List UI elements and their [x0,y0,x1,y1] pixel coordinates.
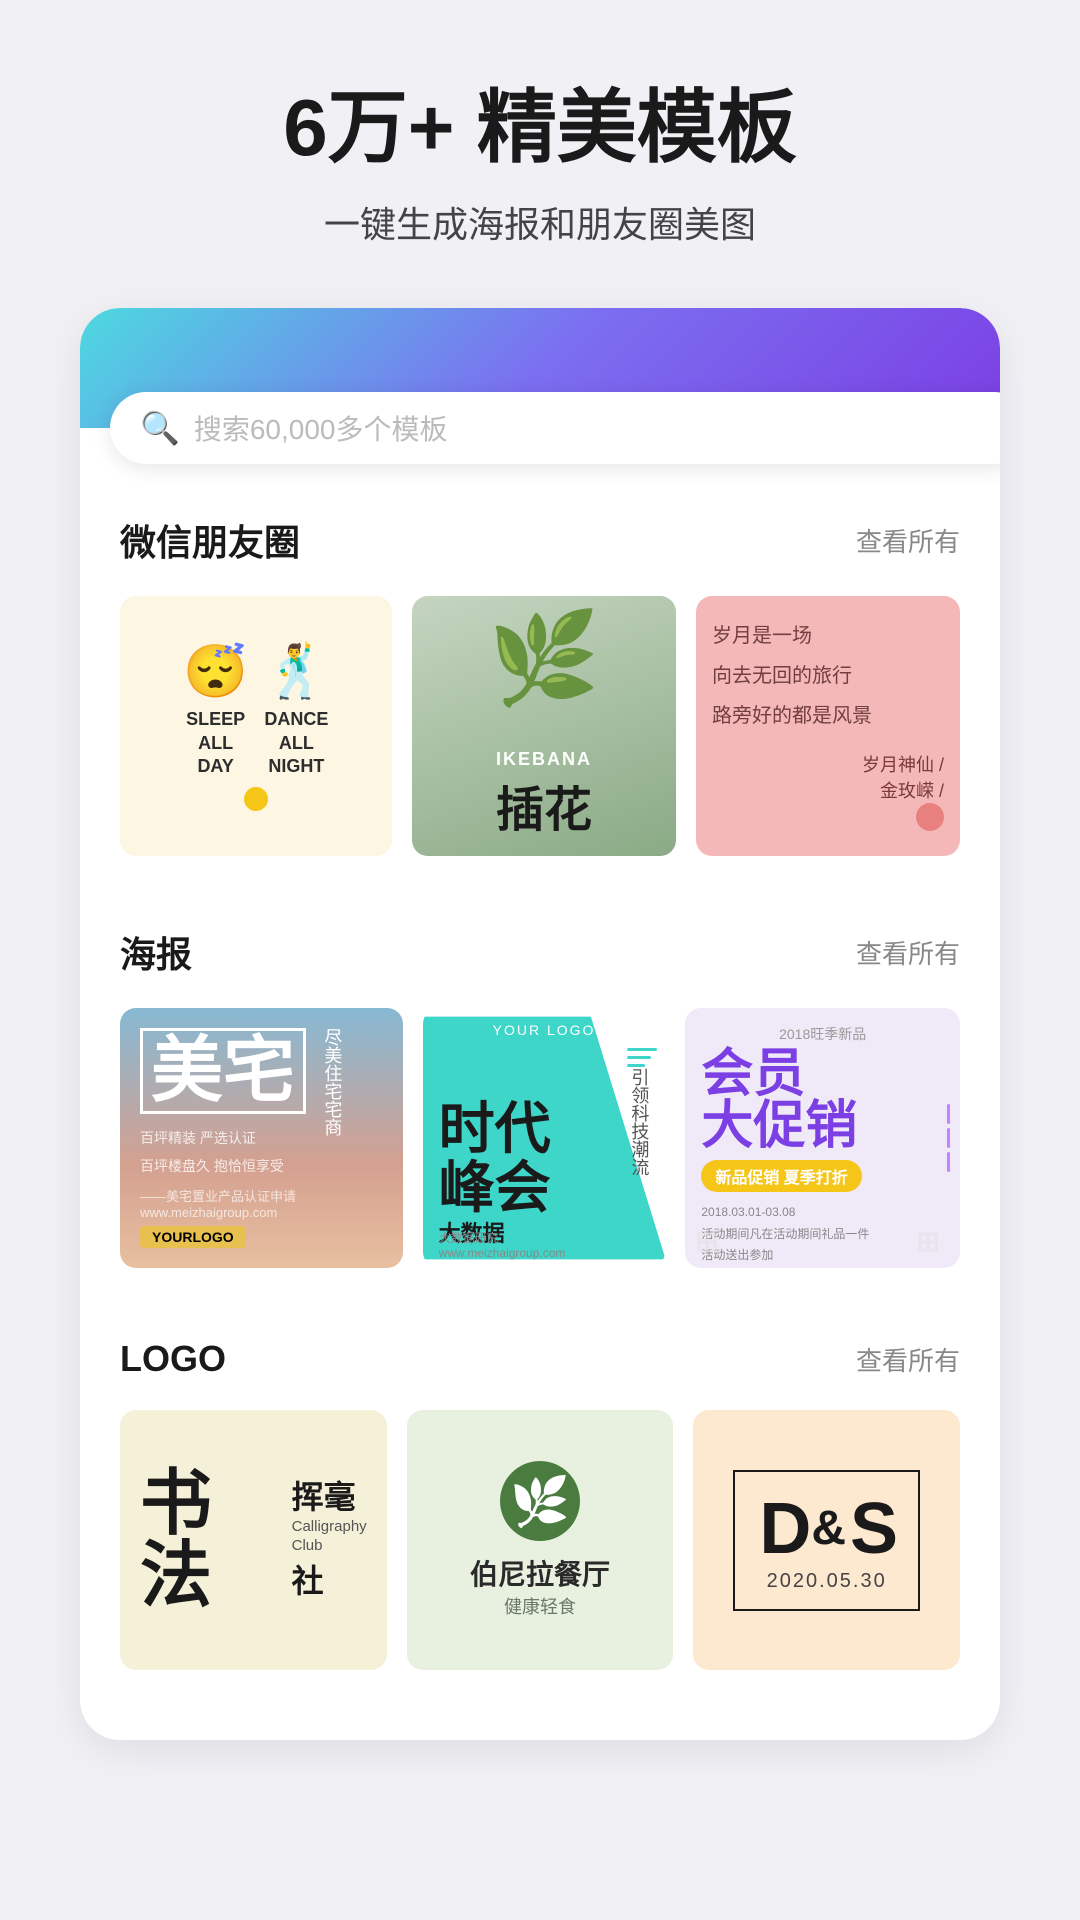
wechat-section-header: 微信朋友圈 查看所有 [120,514,960,566]
meizhai-date: ——美宅置业产品认证申请 www.meizhaigroup.com [140,1186,383,1220]
hero-title: 6万+ 精美模板 [283,80,796,176]
poem-lines: 岁月是一场 向去无回的旅行 路旁好的都是风景 [712,616,944,736]
hero-subtitle: 一键生成海报和朋友圈美图 [324,196,756,248]
poster-section: 海报 查看所有 美宅 尽美住宅宅商 [80,876,1000,1288]
member-main-title: 会员大促销 [701,1048,944,1152]
ds-date: 2020.05.30 [767,1570,887,1593]
member-corner-h-right: ⊞ [917,1225,940,1258]
meizhai-body-text: 百坪精装 严选认证 百坪楼盘久 抱恰恒享受 [140,1124,383,1180]
ds-logo-inner: D & S 2020.05.30 [733,1470,920,1611]
meizhai-title: 美宅 [151,1031,295,1111]
sleep-col: 😴 SLEEPALLDAY [183,641,248,778]
member-promo-badge: 新品促销 夏季打折 [701,1160,861,1192]
dance-text: DANCEALLNIGHT [264,708,329,778]
wechat-template-sleep-dance[interactable]: 😴 SLEEPALLDAY 🕺 DANCEALLNIGHT [120,596,392,856]
logo-template-restaurant[interactable]: 🌿 伯尼拉餐厅 健康轻食 [407,1410,674,1670]
bigdata-details: 大数据研究www.meizhaigroup.com [439,1229,650,1260]
ikebana-label: IKEBANA 插花 [428,749,660,840]
calligraphy-side-col: 挥毫 CalligraphyClub 社 [292,1478,367,1601]
wechat-template-poem[interactable]: 岁月是一场 向去无回的旅行 路旁好的都是风景 岁月神仙 / 金玫嵘 / [696,596,960,856]
sleep-dance-container: 😴 SLEEPALLDAY 🕺 DANCEALLNIGHT [183,641,329,778]
logo-view-all[interactable]: 查看所有 [856,1341,960,1378]
ds-letters-row: D & S [759,1488,894,1570]
meizhai-subtitle-col: 尽美住宅宅商 [316,1028,348,1136]
member-year-tag: 2018旺季新品 [701,1024,944,1044]
poster-card-1-inner: 美宅 尽美住宅宅商 [140,1028,383,1136]
wechat-section-title: 微信朋友圈 [120,514,300,566]
calligraphy-main-char: 书法 [140,1468,284,1612]
logo-section: LOGO 查看所有 书法 挥毫 CalligraphyClub 社 [80,1288,1000,1690]
poem-line-2: 向去无回的旅行 [712,656,944,696]
poem-author-line1: 岁月神仙 / [712,751,944,777]
dance-col: 🕺 DANCEALLNIGHT [264,641,329,778]
calligraphy-side-chars: 挥毫 [292,1478,367,1516]
restaurant-logo-leaf: 🌿 [500,1461,580,1541]
main-card: 🔍 搜索60,000多个模板 微信朋友圈 查看所有 😴 SLEEPALLDAY [80,308,1000,1740]
sleep-emoji: 😴 [183,641,248,702]
ikebana-en-text: IKEBANA [428,749,660,770]
ikebana-plant-icon: 🌿 [488,606,600,711]
logo-template-grid: 书法 挥毫 CalligraphyClub 社 🌿 伯尼拉餐厅 健康轻食 [120,1410,960,1670]
logo-template-ds[interactable]: D & S 2020.05.30 [693,1410,960,1670]
search-placeholder: 搜索60,000多个模板 [194,408,448,448]
wechat-section: 微信朋友圈 查看所有 😴 SLEEPALLDAY 🕺 DANCEALLNIGHT [80,464,1000,876]
poem-line-1: 岁月是一场 [712,616,944,656]
leaf-icon: 🌿 [510,1473,570,1530]
wechat-template-ikebana[interactable]: 🌿 IKEBANA 插花 [412,596,676,856]
author-dot [916,803,944,831]
member-details: 2018.03.01-03.08 活动期间凡在活动期间礼品一件 活动送出参加 [701,1202,944,1267]
poem-author: 岁月神仙 / 金玫嵘 / [712,751,944,836]
restaurant-name: 伯尼拉餐厅 [470,1553,610,1593]
calligraphy-she-char: 社 [292,1556,367,1602]
poem-line-3: 路旁好的都是风景 [712,696,944,736]
bigdata-logo-label: YOUR LOGO [493,1022,596,1038]
ds-s-char: S [850,1488,894,1570]
poster-template-bigdata[interactable]: YOUR LOGO 时代峰会 引领科技潮流 大数据 大数据研究www.meizh… [423,1008,666,1268]
search-icon: 🔍 [140,409,180,447]
bigdata-wavy-deco [627,1048,657,1067]
poster-section-header: 海报 查看所有 [120,926,960,978]
ds-ampersand-char: & [811,1501,846,1556]
wechat-template-grid: 😴 SLEEPALLDAY 🕺 DANCEALLNIGHT 🌿 [120,596,960,856]
poster-view-all[interactable]: 查看所有 [856,934,960,971]
logo-section-title: LOGO [120,1338,226,1380]
poster-meizhai-bottom: 百坪精装 严选认证 百坪楼盘久 抱恰恒享受 ——美宅置业产品认证申请 www.m… [140,1124,383,1248]
poster-section-title: 海报 [120,926,192,978]
member-deco-lines [947,1104,950,1172]
calligraphy-en-text: CalligraphyClub [292,1517,367,1556]
poster-template-meizhai[interactable]: 美宅 尽美住宅宅商 百坪精装 严选认证 百坪楼盘久 抱恰恒享受 ——美宅置业产品… [120,1008,403,1268]
member-corner-h-left: ⊞ [695,1225,718,1258]
page-wrapper: 6万+ 精美模板 一键生成海报和朋友圈美图 🔍 搜索60,000多个模板 微信朋… [0,0,1080,1920]
poem-author-line2: 金玫嵘 / [712,777,944,803]
yellow-dot [244,787,268,811]
bigdata-lead-text: 引领科技潮流 [623,1068,655,1176]
ikebana-zh-text: 插花 [428,770,660,840]
poster-template-grid: 美宅 尽美住宅宅商 百坪精装 严选认证 百坪楼盘久 抱恰恒享受 ——美宅置业产品… [120,1008,960,1268]
ds-d-char: D [759,1488,807,1570]
meizhai-logo-badge: YOURLOGO [140,1226,246,1248]
meizhai-subtitle: 尽美住宅宅商 [316,1028,348,1136]
search-bar[interactable]: 🔍 搜索60,000多个模板 [110,392,1000,464]
restaurant-sub: 健康轻食 [504,1593,576,1619]
logo-template-calligraphy[interactable]: 书法 挥毫 CalligraphyClub 社 [120,1410,387,1670]
calligraphy-main-row: 书法 挥毫 CalligraphyClub 社 [140,1468,367,1612]
dance-emoji: 🕺 [264,641,329,702]
logo-section-header: LOGO 查看所有 [120,1338,960,1380]
sleep-text: SLEEPALLDAY [183,708,248,778]
wechat-view-all[interactable]: 查看所有 [856,522,960,559]
poster-template-member[interactable]: 2018旺季新品 会员大促销 新品促销 夏季打折 2018.03.01-03.0… [685,1008,960,1268]
poster-meizhai-box: 美宅 [140,1028,306,1114]
